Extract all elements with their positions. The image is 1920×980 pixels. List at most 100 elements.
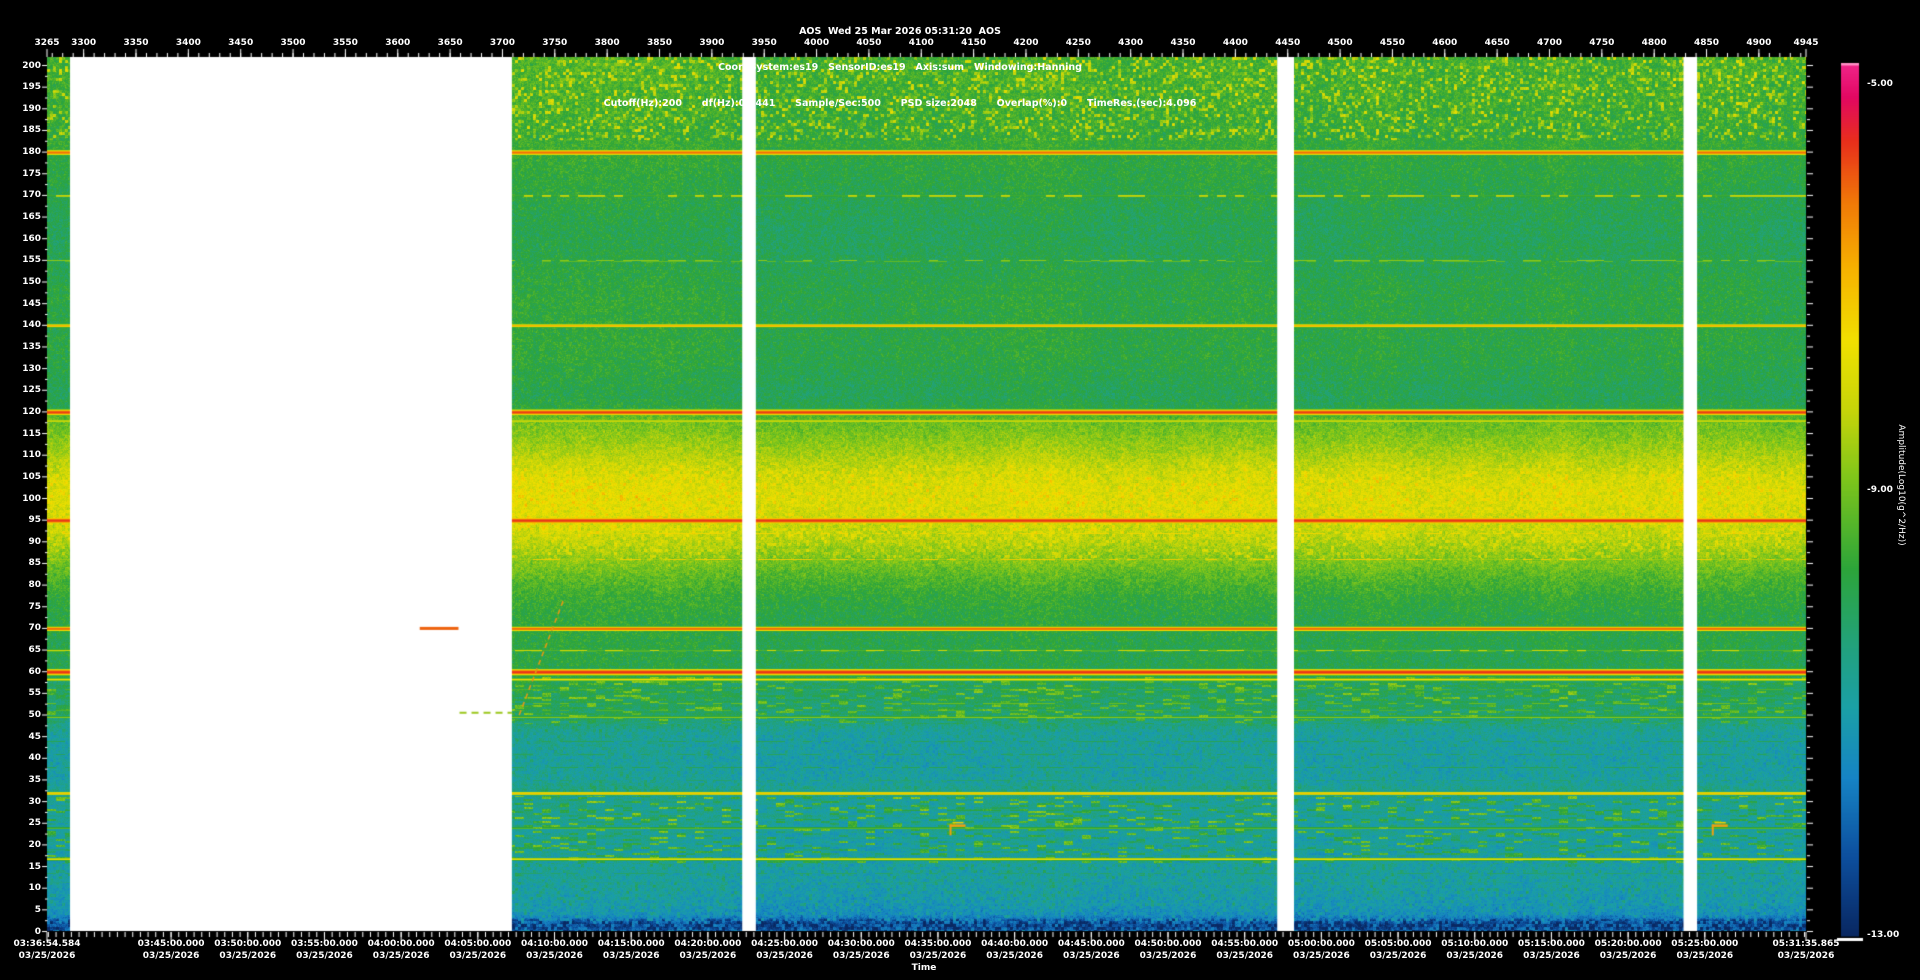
- tick-label: 95: [28, 515, 41, 526]
- tick-label: 195: [22, 82, 41, 93]
- tick-label: 05:31:35.865: [1772, 939, 1840, 949]
- tick-label: 110: [22, 450, 41, 461]
- header-sensor-info: CoordSystem:es19 SensorID:es19 Axis:sum …: [718, 62, 1082, 73]
- tick-label: 4400: [1222, 38, 1248, 48]
- tick-label: 04:15:00.000: [597, 939, 665, 949]
- tick-label: 4150: [961, 38, 987, 48]
- tick-label: 04:30:00.000: [827, 939, 895, 949]
- tick-label: 135: [22, 341, 41, 352]
- tick-label: 90: [28, 536, 41, 547]
- tick-label: 03/25/2026: [296, 951, 353, 961]
- header-title: AOS Wed 25 Mar 2026 05:31:20 AOS: [799, 26, 1001, 37]
- tick-label: 03/25/2026: [986, 951, 1043, 961]
- tick-label: 160: [22, 233, 41, 244]
- tick-label: 10: [28, 883, 41, 894]
- tick-label: 3800: [594, 38, 620, 48]
- tick-label: 4750: [1589, 38, 1615, 48]
- tick-label: 4945: [1793, 38, 1819, 48]
- tick-label: 04:20:00.000: [674, 939, 742, 949]
- tick-label: 20: [28, 839, 41, 850]
- tick-label: 3300: [71, 38, 97, 48]
- tick-label: 04:40:00.000: [981, 939, 1049, 949]
- tick-label: 4900: [1746, 38, 1772, 48]
- tick-label: 03/25/2026: [1523, 951, 1580, 961]
- tick-label: 115: [22, 428, 41, 439]
- tick-label: 125: [22, 385, 41, 396]
- tick-label: 03/25/2026: [372, 951, 430, 961]
- tick-label: 4600: [1432, 38, 1458, 48]
- tick-label: 80: [28, 580, 41, 591]
- tick-label: 4850: [1694, 38, 1720, 48]
- tick-label: 200: [22, 60, 41, 71]
- tick-label: 100: [22, 493, 41, 504]
- tick-label: 185: [22, 125, 41, 136]
- tick-label: 03/25/2026: [1369, 951, 1427, 961]
- tick-label: 3500: [280, 38, 306, 48]
- tick-label: 3850: [646, 38, 673, 48]
- tick-label: 4650: [1484, 38, 1510, 48]
- tick-label: 3350: [123, 38, 149, 48]
- tick-label: 03/25/2026: [1293, 951, 1350, 961]
- tick-label: 3750: [542, 38, 568, 48]
- tick-label: -9.00: [1867, 484, 1893, 495]
- tick-label: 105: [22, 471, 41, 482]
- tick-label: 03/25/2026: [832, 951, 890, 961]
- tick-label: 04:35:00.000: [904, 939, 972, 949]
- tick-label: -13.00: [1867, 930, 1900, 940]
- tick-label: 05:25:00.000: [1671, 939, 1739, 949]
- tick-label: 4800: [1641, 38, 1667, 48]
- tick-label: 130: [22, 363, 41, 374]
- tick-label: 180: [22, 147, 41, 158]
- tick-label: 03/25/2026: [1777, 951, 1835, 961]
- tick-label: 03/25/2026: [756, 951, 813, 961]
- tick-label: 04:00:00.000: [367, 939, 435, 949]
- tick-label: 45: [28, 731, 41, 742]
- tick-label: 4200: [1013, 38, 1039, 48]
- tick-label: 5: [34, 904, 41, 915]
- tick-label: 155: [22, 255, 41, 266]
- header-processing-info: Cutoff(Hz):200 df(Hz):0.2441 Sample/Sec:…: [603, 98, 1197, 109]
- tick-label: 03:45:00.000: [137, 939, 205, 949]
- tick-label: 145: [22, 298, 41, 309]
- aos-spectrogram-window: AOS Wed 25 Mar 2026 05:31:20 AOS CoordSy…: [0, 0, 1920, 980]
- tick-label: 04:55:00.000: [1211, 939, 1279, 949]
- tick-label: 4350: [1170, 38, 1196, 48]
- tick-label: 4500: [1327, 38, 1353, 48]
- tick-label: 170: [22, 190, 41, 201]
- tick-label: -5.00: [1867, 78, 1893, 89]
- tick-label: 03/25/2026: [219, 951, 277, 961]
- tick-label: 3400: [175, 38, 201, 48]
- tick-label: 03:55:00.000: [290, 939, 358, 949]
- tick-label: 35: [28, 774, 41, 785]
- tick-label: 05:10:00.000: [1441, 939, 1509, 949]
- tick-label: 0: [34, 926, 41, 937]
- tick-label: 04:10:00.000: [521, 939, 588, 949]
- tick-label: 60: [28, 666, 41, 677]
- tick-label: 75: [28, 601, 41, 612]
- tick-label: 4000: [804, 38, 830, 48]
- tick-label: 140: [22, 320, 41, 331]
- tick-label: 3650: [437, 38, 463, 48]
- tick-label: 04:25:00.000: [751, 939, 819, 949]
- tick-label: 03/25/2026: [449, 951, 507, 961]
- tick-label: 03/25/2026: [1599, 951, 1657, 961]
- tick-label: 3550: [332, 38, 358, 48]
- tick-label: 50: [28, 710, 41, 720]
- tick-label: 165: [22, 212, 41, 223]
- tick-label: 4700: [1536, 38, 1562, 48]
- tick-label: 03/25/2026: [1676, 951, 1734, 961]
- tick-label: 15: [28, 861, 41, 872]
- tick-label: 70: [28, 623, 41, 634]
- tick-label: 3700: [489, 38, 515, 48]
- tick-label: 03:36:54.584: [13, 939, 81, 949]
- tick-label: 03/25/2026: [142, 951, 200, 961]
- tick-label: 4250: [1065, 38, 1091, 48]
- tick-label: 120: [22, 406, 41, 417]
- tick-label: 3950: [751, 38, 777, 48]
- header: AOS Wed 25 Mar 2026 05:31:20 AOS CoordSy…: [0, 2, 1800, 134]
- spectrogram-canvas[interactable]: [0, 0, 1920, 980]
- tick-label: 65: [28, 645, 41, 656]
- tick-label: 4450: [1275, 38, 1301, 48]
- tick-label: 85: [28, 558, 41, 569]
- tick-label: 04:50:00.000: [1134, 939, 1202, 949]
